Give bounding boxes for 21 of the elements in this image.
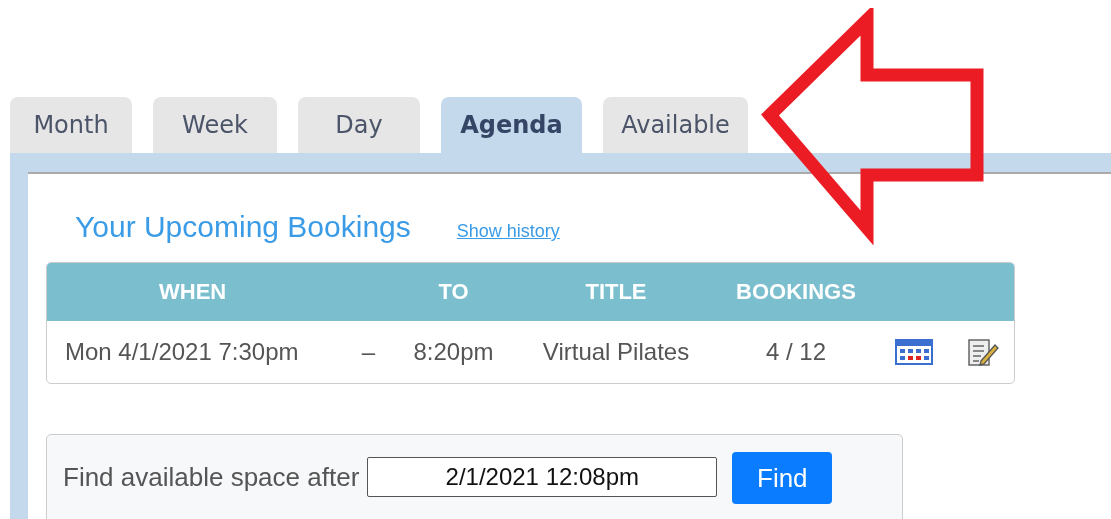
- section-title: Your Upcoming Bookings: [75, 210, 411, 244]
- column-header: TO: [438, 279, 469, 305]
- find-button[interactable]: Find: [732, 452, 833, 504]
- find-label: Find available space after: [63, 462, 360, 493]
- column-header: WHEN: [159, 279, 227, 305]
- tab[interactable]: Day: [298, 97, 420, 153]
- tab[interactable]: Available: [603, 97, 748, 153]
- column-header: BOOKINGS: [736, 279, 856, 305]
- show-history-link[interactable]: Show history: [456, 221, 560, 242]
- tab[interactable]: Week: [153, 97, 277, 153]
- date-field[interactable]: 2/1/2021 12:08pm: [367, 457, 718, 497]
- tab[interactable]: Month: [10, 97, 132, 153]
- edit-icon[interactable]: [966, 337, 999, 367]
- calendar-icon[interactable]: [894, 339, 933, 365]
- table-cell: 4 / 12: [765, 338, 826, 366]
- table-cell: Mon 4/1/2021 7:30pm: [65, 338, 299, 366]
- tab[interactable]: Agenda: [441, 97, 582, 153]
- table-cell: –: [361, 338, 376, 366]
- table-cell: Virtual Pilates: [542, 338, 690, 366]
- column-header: TITLE: [585, 279, 647, 305]
- table-cell: 8:20pm: [413, 338, 494, 366]
